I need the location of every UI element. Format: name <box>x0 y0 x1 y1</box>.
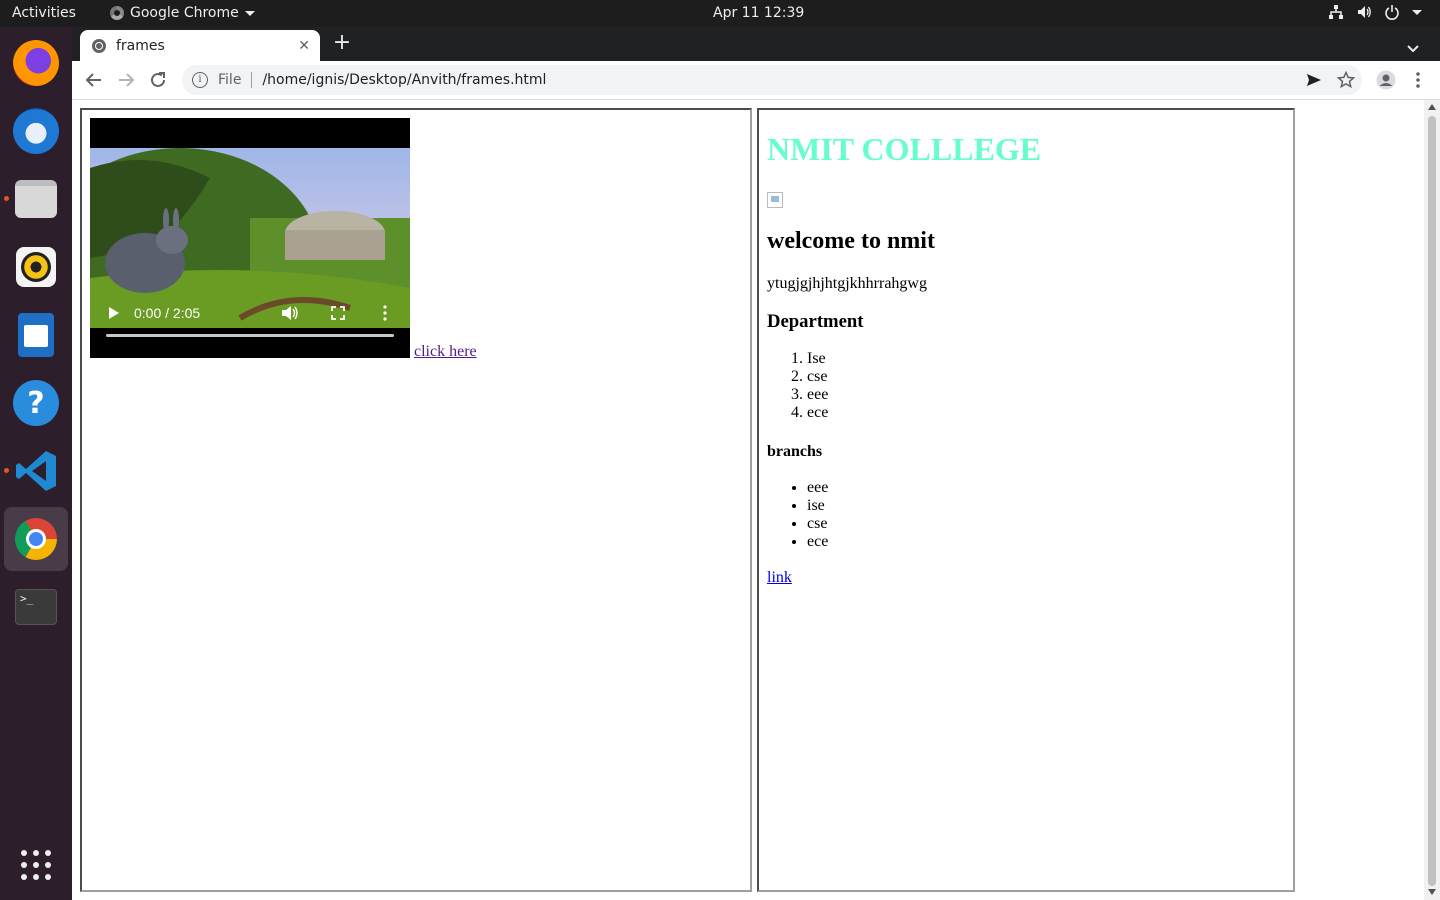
star-icon <box>1337 71 1355 89</box>
branches-list: eee ise cse ece <box>767 479 1277 551</box>
more-options-icon[interactable] <box>383 305 387 321</box>
show-applications[interactable] <box>4 833 68 897</box>
list-item: ise <box>807 497 1277 515</box>
list-item: ece <box>807 533 1277 551</box>
app-grid-icon <box>21 850 51 880</box>
dock-files[interactable] <box>4 167 68 231</box>
welcome-heading: welcome to nmit <box>767 228 935 254</box>
app-menu-label: Google Chrome <box>130 5 239 21</box>
volume-icon[interactable] <box>281 305 299 321</box>
url-text[interactable]: /home/ignis/Desktop/Anvith/frames.html <box>262 72 546 88</box>
branches-heading: branchs <box>767 443 823 460</box>
scroll-down-icon[interactable] <box>1428 889 1436 895</box>
network-icon <box>1328 4 1344 20</box>
menu-button[interactable] <box>1406 68 1430 92</box>
profile-button[interactable] <box>1374 68 1398 92</box>
vscode-icon <box>16 451 56 491</box>
page-scrollbar[interactable] <box>1424 100 1440 900</box>
terminal-icon: >_ <box>15 589 57 625</box>
dock-firefox[interactable] <box>4 31 68 95</box>
dock-help[interactable]: ? <box>4 371 68 435</box>
files-icon <box>15 180 57 218</box>
globe-icon <box>92 38 106 53</box>
dock-rhythmbox[interactable] <box>4 235 68 299</box>
firefox-icon <box>13 40 59 86</box>
app-menu[interactable]: Google Chrome <box>110 5 255 21</box>
arrow-right-icon <box>119 73 135 87</box>
list-item: cse <box>807 368 1277 386</box>
info-icon[interactable]: i <box>192 72 208 88</box>
video-time: 0:00 / 2:05 <box>134 305 201 321</box>
chrome-icon <box>15 518 57 560</box>
scrollbar-thumb[interactable] <box>1428 116 1436 886</box>
list-item: cse <box>807 515 1277 533</box>
clock[interactable]: Apr 11 12:39 <box>713 5 804 21</box>
dock-vscode[interactable] <box>4 439 68 503</box>
volume-icon <box>1356 4 1372 20</box>
fullscreen-icon[interactable] <box>331 306 345 320</box>
new-tab-button[interactable]: + <box>330 32 354 56</box>
chevron-down-icon <box>1407 45 1419 53</box>
help-icon: ? <box>13 380 59 426</box>
tab-title: frames <box>116 37 165 54</box>
url-scheme: File <box>218 72 242 88</box>
link[interactable]: link <box>767 569 792 587</box>
reload-button[interactable] <box>146 68 170 92</box>
send-button[interactable] <box>1302 68 1326 92</box>
tab-search-button[interactable] <box>1406 39 1420 58</box>
department-list: Ise cse eee ece <box>767 350 1277 422</box>
tab-strip: frames ✕ + <box>72 27 1440 61</box>
bookmark-button[interactable] <box>1334 68 1358 92</box>
dock-thunderbird[interactable] <box>4 99 68 163</box>
system-top-bar: Activities Google Chrome Apr 11 12:39 <box>0 0 1440 27</box>
left-frame: 0:00 / 2:05 click here <box>80 108 752 892</box>
libreoffice-writer-icon <box>18 313 54 357</box>
kebab-menu-icon <box>1416 72 1420 88</box>
chevron-down-icon <box>1412 9 1422 15</box>
rhythmbox-icon <box>16 247 56 287</box>
thunderbird-icon <box>13 108 59 154</box>
avatar-icon <box>1376 70 1396 90</box>
tab-frames[interactable]: frames ✕ <box>80 30 320 61</box>
list-item: eee <box>807 386 1277 404</box>
dock-chrome[interactable] <box>4 507 68 571</box>
college-heading: NMIT COLLLEGE <box>767 131 1042 167</box>
browser-toolbar: i File /home/ignis/Desktop/Anvith/frames… <box>72 61 1440 100</box>
chrome-small-icon <box>110 6 124 20</box>
video-player[interactable]: 0:00 / 2:05 <box>90 118 410 358</box>
play-icon[interactable] <box>108 306 120 320</box>
divider <box>251 72 253 88</box>
dock-libreoffice-writer[interactable] <box>4 303 68 367</box>
video-progress-bar[interactable] <box>106 334 394 337</box>
right-frame: NMIT COLLLEGE welcome to nmit ytugjgjhjh… <box>757 108 1295 892</box>
back-button[interactable] <box>82 68 106 92</box>
send-icon <box>1307 74 1321 86</box>
power-icon <box>1384 4 1400 20</box>
system-tray[interactable] <box>1328 4 1422 20</box>
reload-icon <box>151 72 165 87</box>
click-here-link[interactable]: click here <box>414 343 477 361</box>
page-viewport: 0:00 / 2:05 click here NMIT COLLLEGE wel… <box>72 100 1440 900</box>
forward-button[interactable] <box>114 68 138 92</box>
dock-terminal[interactable]: >_ <box>4 575 68 639</box>
scroll-up-icon[interactable] <box>1428 104 1436 110</box>
list-item: eee <box>807 479 1277 497</box>
arrow-left-icon <box>85 73 101 87</box>
list-item: Ise <box>807 350 1277 368</box>
department-heading: Department <box>767 311 864 332</box>
chevron-down-icon <box>244 10 255 16</box>
broken-image-icon <box>767 192 783 208</box>
address-bar[interactable]: i File /home/ignis/Desktop/Anvith/frames… <box>182 65 1362 95</box>
intro-paragraph: ytugjgjhjhtgjkhhrrahgwg <box>767 275 927 292</box>
dock: ? >_ <box>0 27 72 900</box>
video-controls: 0:00 / 2:05 <box>90 298 410 328</box>
close-icon[interactable]: ✕ <box>298 38 310 54</box>
activities-button[interactable]: Activities <box>12 5 76 21</box>
list-item: ece <box>807 404 1277 422</box>
